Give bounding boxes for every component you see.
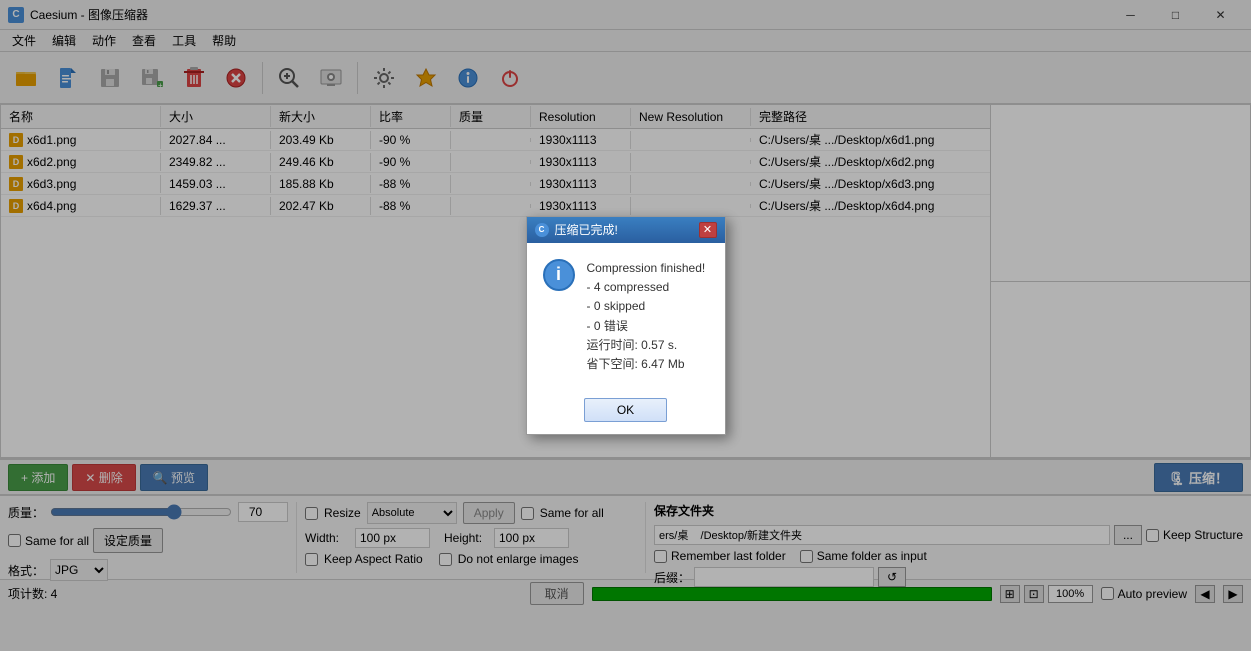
dialog-title-left: C 压缩已完成! — [535, 221, 618, 238]
msg-line3: - 0 skipped — [587, 299, 646, 313]
dialog-message: Compression finished! - 4 compressed - 0… — [587, 259, 706, 374]
dialog-body: i Compression finished! - 4 compressed -… — [527, 243, 725, 390]
dialog-info-icon: i — [543, 259, 575, 291]
modal-overlay: C 压缩已完成! ✕ i Compression finished! - 4 c… — [0, 0, 1251, 651]
dialog-icon: C — [535, 223, 549, 237]
msg-line6: 省下空间: 6.47 Mb — [587, 357, 685, 371]
dialog-footer: OK — [527, 390, 725, 434]
msg-line1: Compression finished! — [587, 261, 706, 275]
msg-line5: 运行时间: 0.57 s. — [587, 338, 678, 352]
msg-line2: - 4 compressed — [587, 280, 670, 294]
ok-button[interactable]: OK — [584, 398, 667, 422]
msg-line4: - 0 错误 — [587, 319, 628, 333]
compression-dialog: C 压缩已完成! ✕ i Compression finished! - 4 c… — [526, 216, 726, 435]
dialog-close-button[interactable]: ✕ — [699, 222, 717, 238]
dialog-title: 压缩已完成! — [555, 221, 618, 238]
dialog-titlebar: C 压缩已完成! ✕ — [527, 217, 725, 243]
